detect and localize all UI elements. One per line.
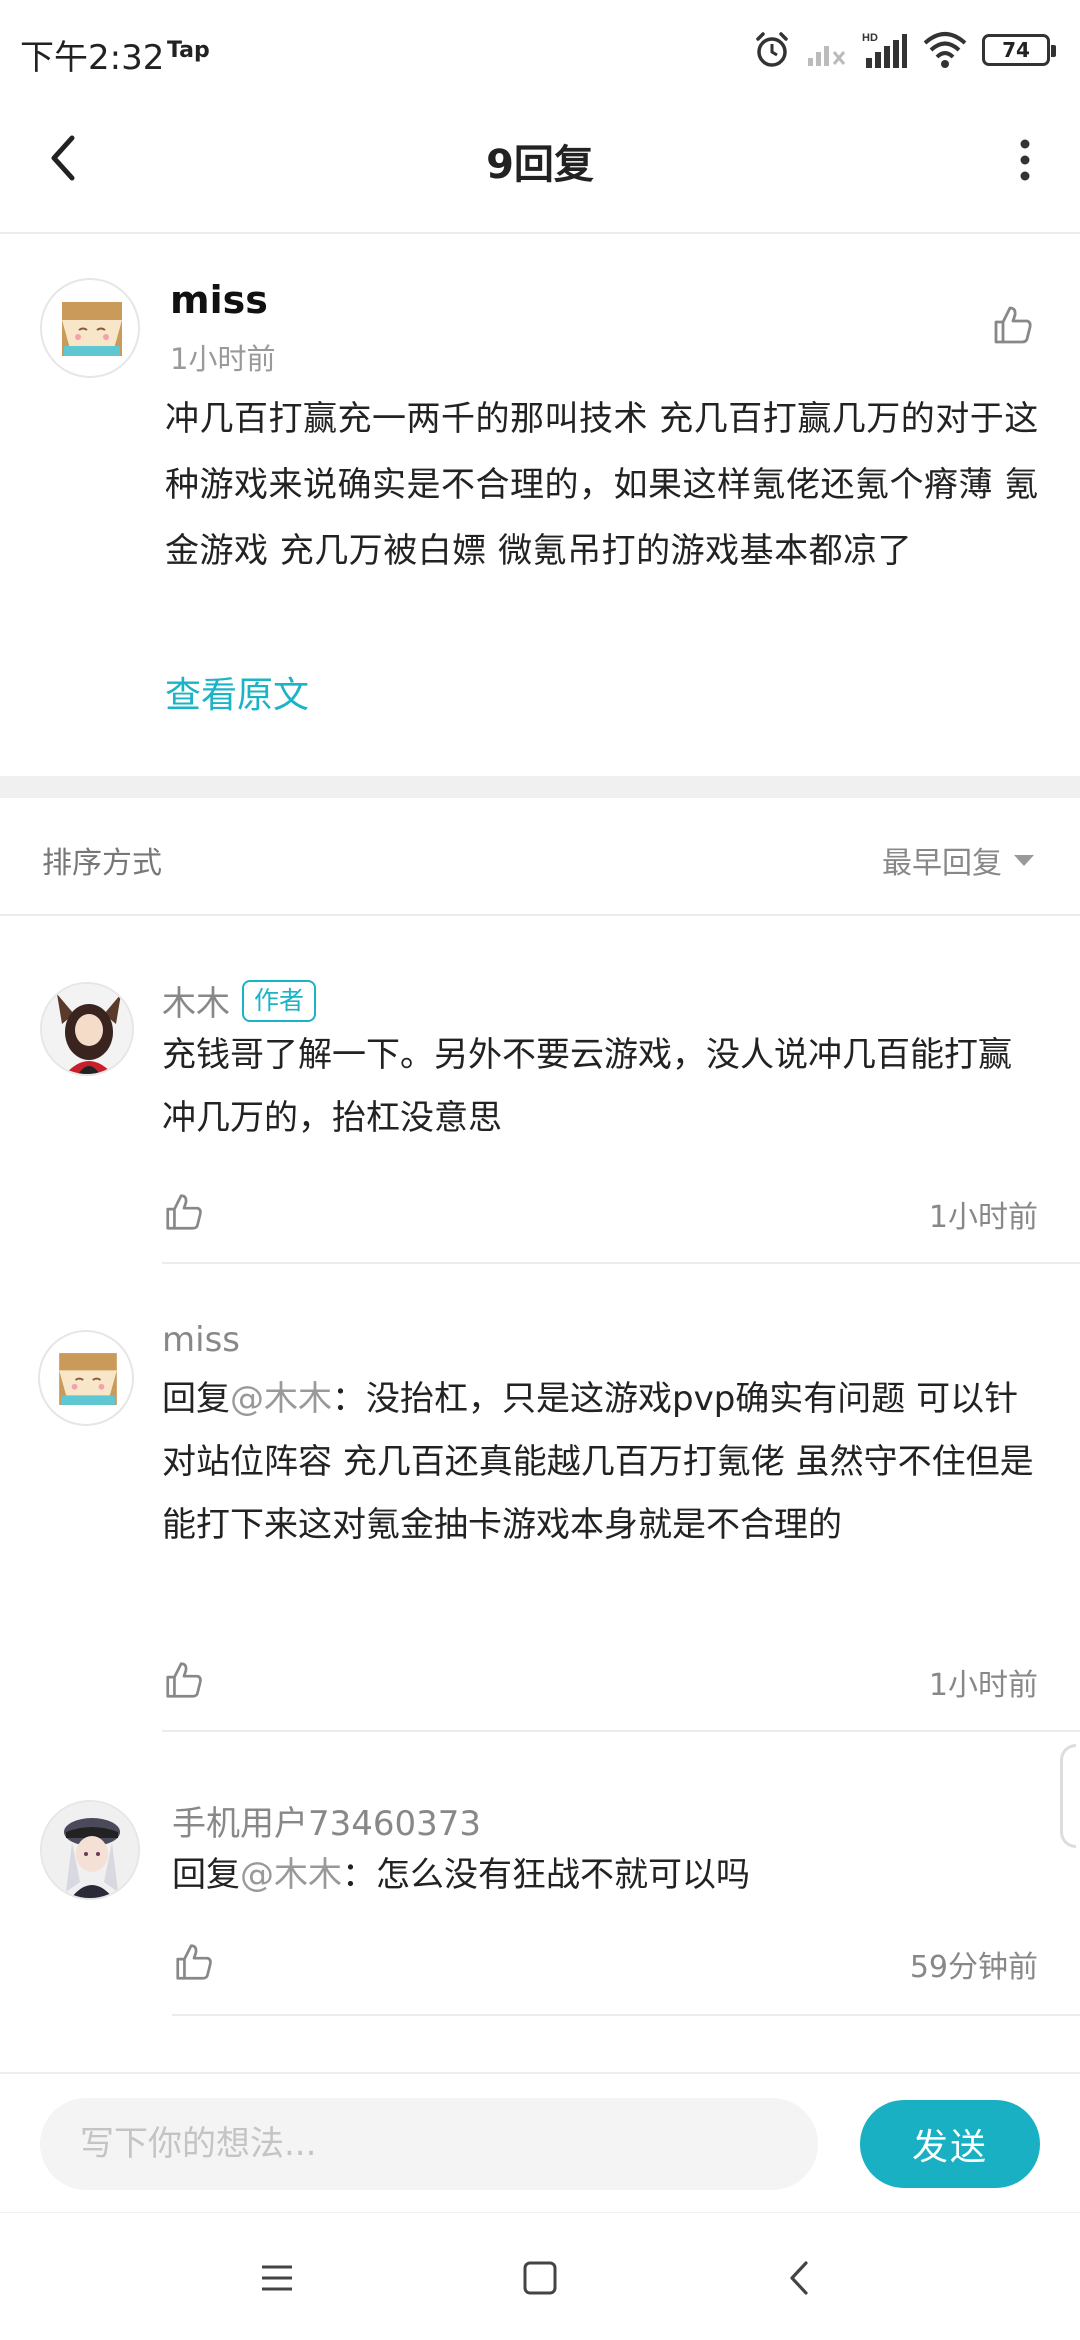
avatar[interactable] (40, 278, 140, 378)
dropdown-triangle-icon (1014, 855, 1034, 866)
home-square-icon[interactable] (515, 2253, 565, 2303)
divider (162, 1262, 1080, 1264)
alarm-icon (756, 32, 788, 67)
post-content: 冲几百打赢充一两千的那叫技术 充几百打赢几万的对于这种游戏来说确实是不合理的，如… (165, 399, 1039, 571)
scroll-handle[interactable] (1060, 1744, 1076, 1848)
divider (172, 2014, 1080, 2016)
reply-prefix: 回复 (172, 1855, 240, 1895)
thumbs-up-icon[interactable] (162, 1190, 206, 1234)
sort-dropdown[interactable]: 最早回复 (882, 838, 1036, 882)
wifi-icon (923, 32, 967, 68)
avatar[interactable] (40, 982, 134, 1076)
comment-bar: 发送 (0, 2072, 1080, 2210)
status-icons: HD 74 (752, 28, 1056, 72)
status-time: 下午2:32 (20, 38, 165, 78)
more-vertical-icon[interactable] (1000, 130, 1050, 190)
reply-time: 59分钟前 (909, 1950, 1038, 1985)
menu-icon[interactable] (252, 2253, 302, 2303)
reply-author[interactable]: 手机用户73460373 (172, 1796, 481, 1845)
avatar[interactable] (38, 1330, 134, 1426)
comment-input[interactable] (40, 2098, 818, 2190)
avatar[interactable] (40, 1800, 140, 1900)
reply-text: 充钱哥了解一下。另外不要云游戏，没人说冲几百能打赢冲几万的，抬杠没意思 (162, 1035, 1012, 1138)
reply-author[interactable]: 木木 (162, 976, 230, 1025)
reply-author[interactable]: miss (162, 1320, 240, 1360)
reply-prefix: 回复 (162, 1379, 230, 1419)
avatar-image (62, 302, 122, 356)
reply-author-row: 木木 作者 (162, 976, 317, 1025)
author-badge: 作者 (242, 979, 317, 1022)
view-original-link[interactable]: 查看原文 (165, 666, 309, 718)
system-navigation-bar (0, 2212, 1080, 2340)
tap-indicator: Tap (167, 38, 210, 63)
reply-text: 回复@木木：没抬杠，只是这游戏pvp确实有问题 可以针对站位阵容 充几百还真能越… (162, 1368, 1042, 1557)
reply-time: 1小时前 (928, 1668, 1038, 1703)
status-bar: 下午2:32 Tap HD 74 (0, 0, 1080, 100)
page-title: 9回复 (486, 142, 594, 188)
post-author[interactable]: miss (170, 278, 268, 322)
reply-item: 木木 作者 充钱哥了解一下。另外不要云游戏，没人说冲几百能打赢冲几万的，抬杠没意… (0, 979, 1080, 1264)
thumbs-up-icon[interactable] (990, 302, 1036, 348)
signal-icon: HD (862, 32, 907, 68)
mention-link[interactable]: @木木 (240, 1855, 342, 1895)
send-button[interactable]: 发送 (860, 2100, 1040, 2188)
main-post: miss 1小时前 冲几百打赢充一两千的那叫技术 充几百打赢几万的对于这种游戏来… (0, 236, 1080, 776)
reply-text: 回复@木木：怎么没有狂战不就可以吗 (172, 1844, 1052, 1907)
divider (162, 1730, 1080, 1732)
reply-author-row: 手机用户73460373 (172, 1796, 481, 1845)
reply-item: 手机用户73460373 回复@木木：怎么没有狂战不就可以吗 59分钟前 (0, 1800, 1080, 2016)
reply-item: miss 回复@木木：没抬杠，只是这游戏pvp确实有问题 可以针对站位阵容 充几… (0, 1320, 1080, 1732)
avatar-image (59, 1353, 117, 1405)
section-divider (0, 776, 1080, 798)
thumbs-up-icon[interactable] (172, 1940, 216, 1984)
battery-icon: 74 (982, 34, 1056, 66)
reply-body: ：怎么没有狂战不就可以吗 (342, 1855, 750, 1895)
sort-bar: 排序方式 最早回复 (0, 798, 1080, 916)
avatar-image (42, 1802, 138, 1898)
sort-label: 排序方式 (42, 846, 162, 881)
reply-author-row: miss (162, 1320, 240, 1360)
sort-selected-value: 最早回复 (882, 846, 1002, 881)
reply-time: 1小时前 (928, 1200, 1038, 1235)
avatar-image (42, 984, 132, 1074)
signal-weak-icon (808, 46, 846, 66)
thumbs-up-icon[interactable] (162, 1658, 206, 1702)
post-time: 1小时前 (170, 342, 276, 376)
app-header: 9回复 (0, 100, 1080, 234)
mention-link[interactable]: @木木 (230, 1379, 332, 1419)
svg-text:HD: HD (862, 32, 878, 44)
back-chevron-icon[interactable] (776, 2253, 826, 2303)
battery-level: 74 (1002, 38, 1030, 62)
